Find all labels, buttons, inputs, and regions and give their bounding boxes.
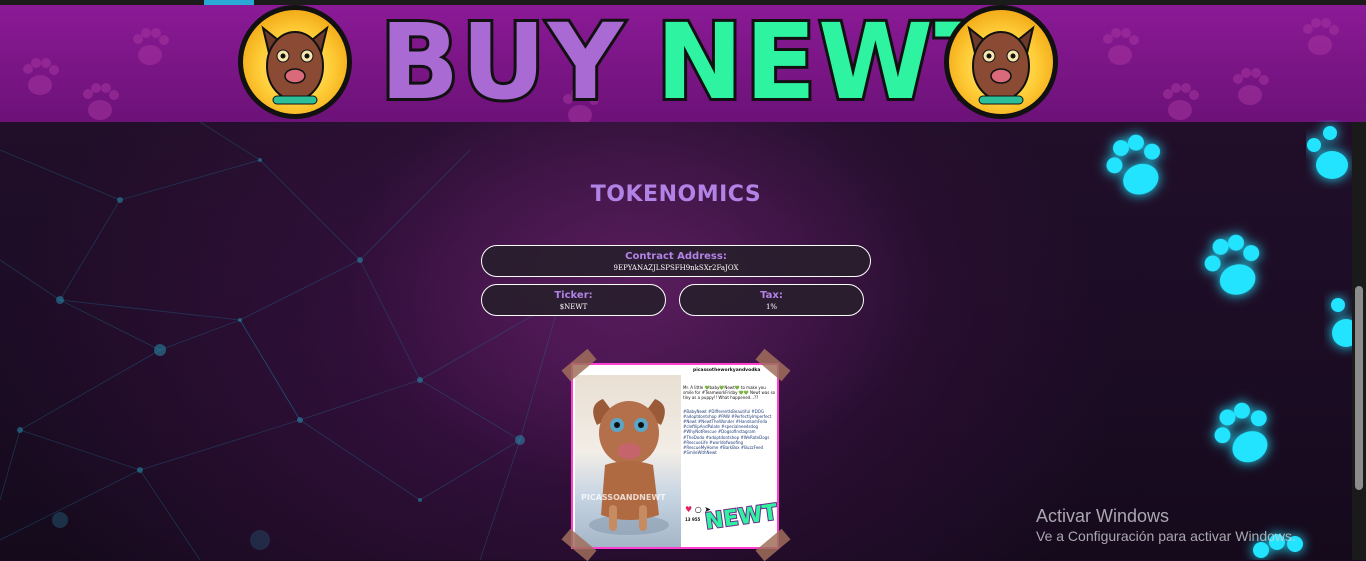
- tax-value: 1%: [765, 303, 778, 311]
- paw-print-icon: [1331, 298, 1352, 347]
- tokenomics-title: TOKENOMICS: [590, 182, 762, 207]
- tax-box: Tax: 1%: [679, 284, 864, 316]
- page-scrollbar[interactable]: [1352, 122, 1366, 560]
- windows-activation-title: Activar Windows: [1036, 506, 1170, 526]
- comment-icon[interactable]: ○: [695, 505, 702, 514]
- puppy-photo: PICASSOANDNEWT: [575, 375, 681, 547]
- ig-likes: 13 955: [685, 517, 701, 522]
- ticker-box: Ticker: $NEWT: [481, 284, 666, 316]
- heart-icon[interactable]: ♥: [685, 505, 692, 514]
- scrollbar-thumb[interactable]: [1355, 286, 1363, 490]
- newt-photo-card: PICASSOANDNEWT picassotheworkyandvodka M…: [561, 348, 791, 561]
- ig-hashtags: #BabyNewt #DifferentIsBeautiful #DOG #ad…: [683, 408, 772, 456]
- ticker-value: $NEWT: [559, 303, 588, 311]
- newt-dog-logo-icon-left: [238, 5, 352, 119]
- banner-title-buy: BUY: [377, 5, 626, 122]
- contract-address-label: Contract Address:: [625, 251, 727, 262]
- newt-dog-logo-icon-right: [944, 5, 1058, 119]
- paw-print-icon: [1214, 402, 1268, 463]
- photo-watermark: PICASSOANDNEWT: [581, 493, 666, 502]
- contract-address-value[interactable]: 9EPYANAZJLSPSFH9nkSXr2FaJOX: [482, 263, 870, 273]
- contract-address-box[interactable]: Contract Address: 9EPYANAZJLSPSFH9nkSXr2…: [481, 245, 871, 277]
- windows-activation-watermark: Activar Windows Ve a Configuración para …: [1036, 505, 1296, 545]
- ig-username: picassotheworkyandvodka: [693, 368, 761, 373]
- photo-frame: PICASSOANDNEWT picassotheworkyandvodka M…: [571, 363, 779, 549]
- ig-caption: Mr. A little 💚baby💚Newt💚 to make you smi…: [683, 385, 776, 401]
- paw-print-icon: [1204, 234, 1260, 295]
- windows-activation-subtitle: Ve a Configuración para activar Windows.: [1036, 528, 1296, 544]
- buy-newt-banner[interactable]: BUY NEWT: [0, 5, 1366, 122]
- ticker-label: Ticker:: [554, 290, 593, 301]
- tax-label: Tax:: [760, 290, 783, 301]
- paw-print-icon: [1307, 126, 1348, 179]
